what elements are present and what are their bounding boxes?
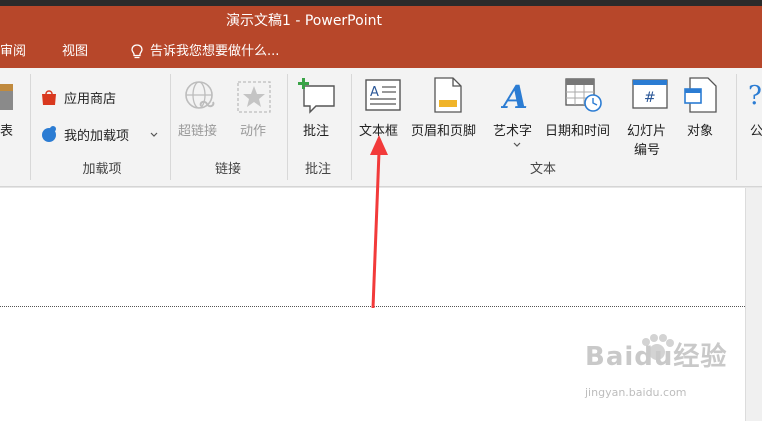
watermark-url: jingyan.baidu.com (585, 386, 687, 399)
ribbon-tabs-bar: 审阅 视图 告诉我您想要做什么... (0, 36, 762, 68)
lightbulb-icon (131, 44, 143, 59)
group-label-addins: 加载项 (82, 162, 122, 177)
watermark: Baidu经验 jingyan.baidu.com (585, 334, 728, 406)
tab-view[interactable]: 视图 (62, 36, 88, 68)
wordart-label[interactable]: 艺术字 (493, 120, 532, 139)
table-icon[interactable] (0, 82, 14, 112)
comment-icon[interactable] (298, 78, 338, 114)
store-bag-icon (42, 90, 56, 105)
object-label[interactable]: 对象 (687, 120, 713, 139)
group-separator (287, 74, 288, 180)
equation-icon[interactable]: ? (746, 80, 762, 110)
placeholder-border (0, 306, 745, 307)
slide-number-label-line2[interactable]: 编号 (634, 139, 660, 158)
svg-text:?: ? (748, 81, 762, 110)
ribbon: 表 应用商店 我的加载项 加载项 超链接 动作 链接 批注 批注 A 文本框 页… (0, 68, 762, 187)
chevron-down-icon[interactable] (513, 142, 521, 148)
action-star-icon[interactable] (236, 80, 272, 114)
my-addins-label: 我的加载项 (64, 129, 130, 144)
hyperlink-globe-icon[interactable] (183, 80, 219, 116)
hyperlink-label[interactable]: 超链接 (178, 120, 217, 139)
addins-puzzle-icon (42, 126, 56, 142)
textbox-label[interactable]: 文本框 (359, 120, 398, 139)
object-icon[interactable] (684, 77, 720, 113)
group-separator (30, 74, 31, 180)
tab-review[interactable]: 审阅 (0, 36, 26, 68)
group-separator (170, 74, 171, 180)
vertical-scrollbar[interactable] (745, 188, 762, 421)
group-separator (351, 74, 352, 180)
group-separator (736, 74, 737, 180)
chevron-down-icon (150, 132, 158, 137)
store-label: 应用商店 (64, 92, 117, 107)
action-label[interactable]: 动作 (240, 120, 266, 139)
store-button[interactable]: 应用商店 (40, 87, 150, 109)
slide-number-icon[interactable]: # (632, 79, 668, 111)
group-label-comments: 批注 (304, 162, 331, 177)
comment-label[interactable]: 批注 (303, 120, 329, 139)
svg-text:A: A (501, 78, 528, 112)
svg-text:A: A (370, 85, 379, 100)
table-button-label[interactable]: 表 (0, 120, 13, 139)
my-addins-button[interactable]: 我的加载项 (40, 124, 164, 146)
watermark-text: Baidu经验 (585, 342, 728, 372)
svg-text:#: # (644, 90, 656, 106)
group-label-links: 链接 (214, 162, 241, 177)
header-footer-label[interactable]: 页眉和页脚 (411, 120, 476, 139)
tell-me-text: 告诉我您想要做什么... (150, 44, 280, 59)
window-title: 演示文稿1 - PowerPoint (226, 13, 382, 29)
wordart-icon[interactable]: A (501, 78, 531, 112)
group-label-text: 文本 (529, 162, 556, 177)
textbox-icon[interactable]: A (365, 79, 401, 111)
equation-label[interactable]: 公 (750, 120, 762, 139)
calendar-clock-icon[interactable] (565, 78, 603, 114)
header-footer-icon[interactable] (434, 77, 462, 113)
datetime-label[interactable]: 日期和时间 (545, 120, 610, 139)
title-bar: 演示文稿1 - PowerPoint (0, 6, 762, 36)
slide-number-label-line1[interactable]: 幻灯片 (627, 120, 666, 139)
